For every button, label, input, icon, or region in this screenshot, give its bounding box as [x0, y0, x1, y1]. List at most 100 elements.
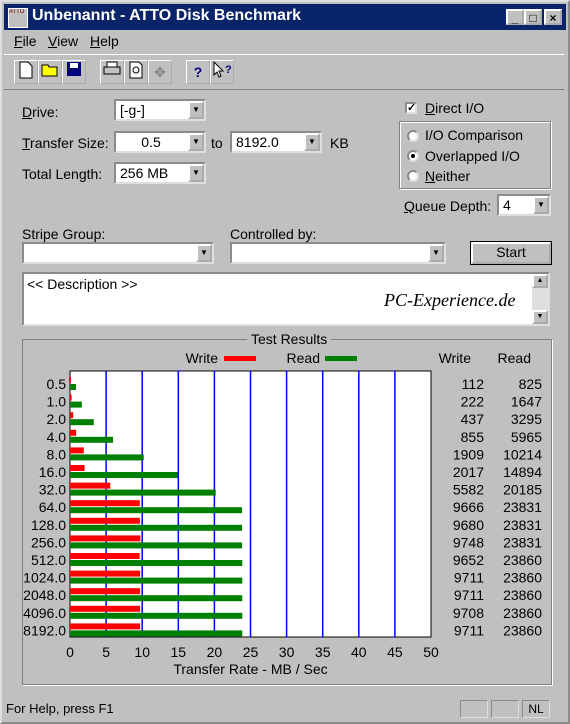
drive-label: Drive:	[22, 104, 59, 120]
watermark-text: PC-Experience.de	[384, 290, 516, 310]
total-length-label: Total Length:	[22, 166, 103, 182]
direct-io-label: Direct I/O	[425, 100, 485, 116]
results-chart: 0 5 10 15 20 25 30 35 40 45 50 Transfer Rate - MB /…	[23, 350, 543, 677]
x-tick-label: 35	[315, 644, 331, 660]
write-bar	[70, 570, 141, 577]
write-bar	[70, 465, 85, 471]
write-bar	[70, 394, 72, 401]
description-text: << Description >>	[27, 276, 138, 292]
app-icon: ATTO	[8, 8, 28, 28]
y-tick-label: 64.0	[39, 499, 66, 515]
stripe-group-select[interactable]: ▼	[22, 242, 214, 264]
read-value: 10214	[503, 446, 542, 462]
transfer-to-select[interactable]: 8192.0 ▼	[230, 131, 322, 153]
y-tick-label: 4.0	[47, 429, 67, 445]
close-button[interactable]: ×	[544, 9, 562, 25]
save-icon[interactable]	[62, 60, 86, 84]
scroll-up-icon[interactable]: ▲	[532, 274, 548, 288]
print-preview-icon[interactable]	[124, 60, 148, 84]
x-axis-label: Transfer Rate - MB / Sec	[173, 661, 327, 677]
direct-io-checkbox[interactable]: ✓	[405, 102, 417, 114]
help-icon[interactable]: ?	[186, 60, 210, 84]
read-bar	[70, 542, 243, 549]
description-scrollbar[interactable]: ▲ ▼	[532, 274, 548, 324]
start-button[interactable]: Start	[470, 241, 552, 265]
context-help-icon[interactable]: ?	[210, 60, 234, 84]
menu-file[interactable]: File	[14, 33, 37, 49]
print-icon[interactable]	[100, 60, 124, 84]
read-bar	[70, 630, 243, 637]
description-box[interactable]: << Description >> PC-Experience.de ▲ ▼	[22, 272, 550, 326]
transfer-from-select[interactable]: 0.5 ▼	[114, 131, 206, 153]
write-bar	[70, 623, 141, 630]
window-title: Unbenannt - ATTO Disk Benchmark	[32, 7, 302, 24]
main-window: ATTO Unbenannt - ATTO Disk Benchmark _ □…	[0, 0, 570, 724]
controlled-by-select[interactable]: ▼	[230, 242, 446, 264]
total-length-select[interactable]: 256 MB ▼	[114, 162, 206, 184]
menu-help[interactable]: Help	[90, 33, 119, 49]
write-bar	[70, 429, 77, 436]
test-results-group: Test Results 0 5 10 15 20 25 30 35 40 45 50 Transfe…	[22, 331, 552, 685]
overlapped-io-radio[interactable]	[407, 150, 419, 162]
y-tick-label: 4096.0	[23, 605, 66, 621]
move-icon[interactable]: ✥	[148, 60, 172, 84]
legend-write-label: Write	[186, 350, 219, 366]
transfer-to-value: 8192.0	[236, 134, 279, 150]
io-comparison-radio[interactable]	[407, 130, 419, 142]
drive-select[interactable]: [-g-] ▼	[114, 99, 206, 121]
read-bar	[70, 577, 243, 584]
read-bar	[70, 524, 243, 531]
y-tick-label: 1.0	[47, 394, 67, 410]
chevron-down-icon[interactable]: ▼	[188, 164, 204, 182]
transfer-size-label: Transfer Size:	[22, 135, 109, 151]
chevron-down-icon[interactable]: ▼	[188, 133, 204, 151]
open-icon[interactable]	[38, 60, 62, 84]
y-tick-label: 2.0	[47, 411, 67, 427]
write-value: 1909	[453, 446, 484, 462]
chevron-down-icon[interactable]: ▼	[428, 244, 444, 262]
legend-read-swatch	[325, 356, 357, 361]
status-cell-2	[491, 700, 519, 718]
read-value: 23860	[503, 570, 542, 586]
write-value: 9666	[453, 499, 484, 515]
write-bar	[70, 500, 140, 507]
y-tick-label: 256.0	[31, 534, 66, 550]
scroll-down-icon[interactable]: ▼	[532, 310, 548, 324]
read-value: 23860	[503, 587, 542, 603]
y-tick-label: 128.0	[31, 517, 66, 533]
maximize-button[interactable]: □	[524, 9, 542, 25]
x-tick-label: 25	[243, 644, 259, 660]
write-bar	[70, 447, 84, 454]
status-bar: For Help, press F1 NL	[4, 699, 566, 719]
read-value: 23831	[503, 517, 542, 533]
x-tick-label: 30	[279, 644, 295, 660]
read-value: 825	[519, 376, 543, 392]
chevron-down-icon[interactable]: ▼	[304, 133, 320, 151]
write-value: 222	[461, 394, 485, 410]
write-bar	[70, 535, 141, 542]
svg-text:?: ?	[225, 64, 232, 76]
to-label: to	[211, 135, 223, 151]
write-value: 855	[461, 429, 485, 445]
write-value: 437	[461, 411, 485, 427]
menu-view[interactable]: View	[48, 33, 78, 49]
read-value: 23860	[503, 605, 542, 621]
title-bar[interactable]: ATTO Unbenannt - ATTO Disk Benchmark _ □…	[4, 4, 566, 30]
chevron-down-icon[interactable]: ▼	[533, 196, 549, 214]
write-bar	[70, 588, 141, 595]
read-value: 23860	[503, 622, 542, 638]
y-tick-label: 0.5	[47, 376, 67, 392]
write-value: 2017	[453, 464, 484, 480]
neither-label: Neither	[425, 168, 471, 184]
minimize-button[interactable]: _	[506, 9, 524, 25]
chevron-down-icon[interactable]: ▼	[188, 101, 204, 119]
new-icon[interactable]	[14, 60, 38, 84]
queue-depth-select[interactable]: 4 ▼	[497, 194, 551, 216]
chevron-down-icon[interactable]: ▼	[196, 244, 212, 262]
toolbar: ✥ ? ?	[4, 54, 564, 90]
read-value: 23831	[503, 499, 542, 515]
neither-radio[interactable]	[407, 170, 419, 182]
read-bar	[70, 454, 144, 461]
read-value: 23831	[503, 534, 542, 550]
y-tick-label: 512.0	[31, 552, 66, 568]
